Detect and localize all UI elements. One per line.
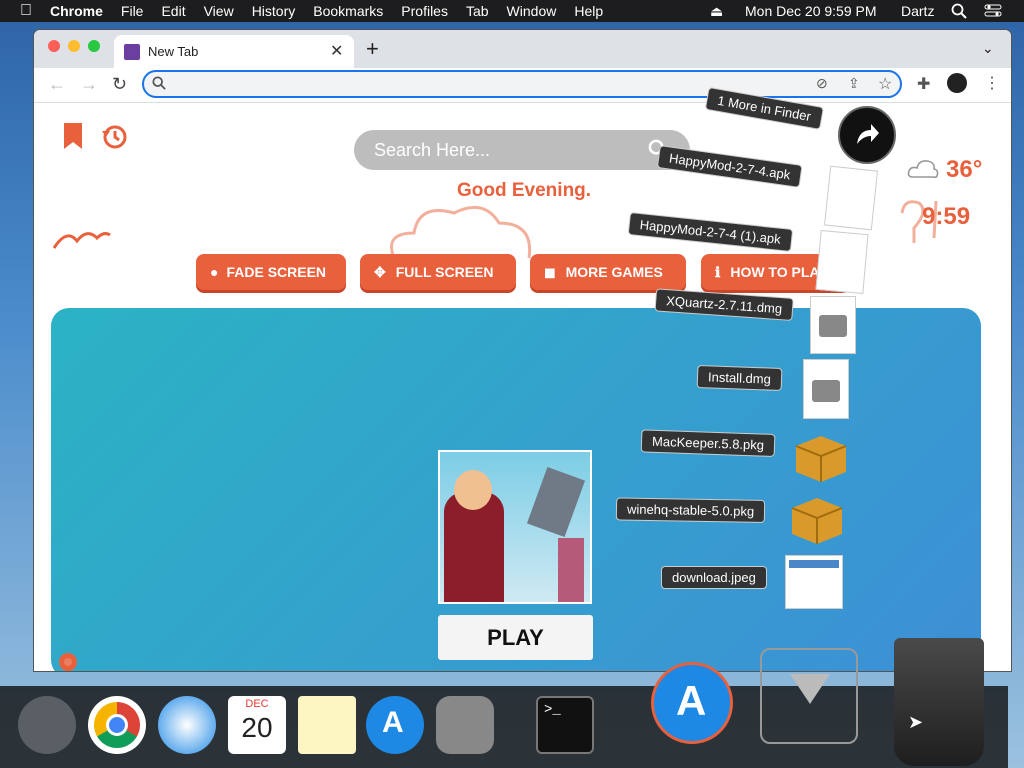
menu-bar:  Chrome File Edit View History Bookmark… <box>0 0 1024 22</box>
disk-image-icon <box>812 380 840 402</box>
tab-close-icon[interactable]: ✕ <box>330 41 343 61</box>
minimize-window-button[interactable] <box>68 40 80 52</box>
package-box-icon[interactable] <box>786 490 848 544</box>
share-icon[interactable]: ⇪ <box>848 75 860 92</box>
more-menu-icon[interactable]: ⋮ <box>984 73 1000 93</box>
menu-view[interactable]: View <box>204 3 234 19</box>
gamepad-icon: ◼ <box>544 263 556 280</box>
game-thumbnail[interactable] <box>438 450 592 604</box>
system-preferences-icon[interactable] <box>436 696 494 754</box>
more-games-button[interactable]: ◼ MORE GAMES <box>530 254 686 290</box>
back-arrow-icon[interactable]: ← <box>48 74 66 95</box>
menu-bookmarks[interactable]: Bookmarks <box>313 3 383 19</box>
new-tab-button[interactable]: + <box>366 36 379 62</box>
extensions-icon[interactable]: ✚ <box>917 74 930 94</box>
menu-clock[interactable]: Mon Dec 20 9:59 PM <box>745 0 877 22</box>
stack-file-label[interactable]: winehq-stable-5.0.pkg <box>615 497 766 523</box>
terminal-prompt: >_ <box>544 702 561 718</box>
package-box-icon[interactable] <box>790 428 852 482</box>
app-store-a-glyph: A <box>676 677 707 724</box>
menu-tab[interactable]: Tab <box>466 3 489 19</box>
app-store-a-glyph: A <box>382 706 404 739</box>
thumbnail-header <box>789 560 839 568</box>
dmg-disk-icon[interactable] <box>810 296 856 354</box>
disk-image-icon <box>819 315 847 337</box>
clock-text: 9:59 <box>922 203 971 230</box>
image-file-thumbnail[interactable] <box>785 555 843 609</box>
tab-new-tab[interactable]: New Tab ✕ <box>114 35 354 68</box>
tab-search-chevron-icon[interactable]: ⌄ <box>982 40 994 57</box>
forward-arrow-icon[interactable]: → <box>80 74 98 95</box>
stack-file-label[interactable]: Install.dmg <box>696 365 783 391</box>
zoom-window-button[interactable] <box>88 40 100 52</box>
tower <box>558 538 584 602</box>
stack-file-label[interactable]: MacKeeper.5.8.pkg <box>640 429 776 457</box>
menu-history[interactable]: History <box>252 3 296 19</box>
stack-file-label[interactable]: download.jpeg <box>661 566 767 589</box>
calendar-month: DEC <box>245 698 269 710</box>
history-icon[interactable] <box>100 123 128 151</box>
lightbulb-icon: ● <box>210 264 219 280</box>
reload-icon[interactable]: ↻ <box>112 74 127 95</box>
stack-finder-button[interactable] <box>838 106 896 164</box>
app-store-icon[interactable]: A <box>366 696 424 754</box>
fade-screen-button[interactable]: ● FADE SCREEN <box>196 254 346 290</box>
menu-edit[interactable]: Edit <box>161 3 185 19</box>
temperature-text: 36° <box>946 156 983 183</box>
menu-help[interactable]: Help <box>574 3 603 19</box>
app-store-dragging-icon[interactable]: A <box>651 662 733 744</box>
more-games-label: MORE GAMES <box>565 264 663 280</box>
calendar-icon[interactable]: DEC 20 <box>228 696 286 754</box>
chrome-center <box>106 714 128 736</box>
apk-file-icon[interactable] <box>815 230 869 294</box>
dmg-disk-icon[interactable] <box>803 359 849 419</box>
notes-icon[interactable] <box>298 696 356 754</box>
launchpad-icon[interactable] <box>18 696 76 754</box>
blocked-popup-icon[interactable]: ⊘ <box>816 75 828 92</box>
menu-app-name[interactable]: Chrome <box>50 3 103 19</box>
page-search-input[interactable]: Search Here... <box>354 130 690 170</box>
eject-icon[interactable]: ⏏ <box>710 0 723 22</box>
tab-title: New Tab <box>148 44 199 59</box>
full-screen-label: FULL SCREEN <box>395 264 494 280</box>
menu-window[interactable]: Window <box>507 3 557 19</box>
info-icon: ℹ <box>715 263 721 280</box>
downloads-stack-icon[interactable] <box>760 648 858 744</box>
menu-user[interactable]: Dartz <box>901 0 934 22</box>
chrome-icon[interactable] <box>88 696 146 754</box>
bookmark-icon[interactable] <box>62 123 84 149</box>
address-bar[interactable]: ⊘ ⇪ ☆ <box>142 70 902 98</box>
browser-toolbar: ← → ↻ ⊘ ⇪ ☆ ✚ ⋮ <box>34 68 1011 103</box>
control-center-icon[interactable] <box>984 0 1002 22</box>
close-window-button[interactable] <box>48 40 60 52</box>
download-arrow-icon <box>790 674 830 704</box>
weather-cloud-icon <box>907 160 939 179</box>
profile-avatar-icon[interactable] <box>947 73 967 93</box>
spotlight-search-icon[interactable] <box>951 0 967 22</box>
fade-screen-label: FADE SCREEN <box>226 264 327 280</box>
full-screen-button[interactable]: ✥ FULL SCREEN <box>360 254 516 290</box>
bookmark-star-icon[interactable]: ☆ <box>878 74 892 94</box>
how-to-play-label: HOW TO PLAY <box>730 264 828 280</box>
safari-icon[interactable] <box>158 696 216 754</box>
trash-icon[interactable] <box>894 638 984 766</box>
curved-arrow-icon <box>857 124 879 144</box>
calendar-day: 20 <box>241 712 273 743</box>
tab-strip: New Tab ✕ + ⌄ <box>34 30 1011 68</box>
tab-favicon <box>124 44 140 60</box>
terminal-icon[interactable]: >_ <box>536 696 594 754</box>
play-button[interactable]: PLAY <box>438 615 593 660</box>
apk-file-icon[interactable] <box>823 165 879 231</box>
menu-profiles[interactable]: Profiles <box>401 3 448 19</box>
target-figure <box>526 466 586 538</box>
mouse-pointer-icon: ➤ <box>908 712 924 732</box>
menu-file[interactable]: File <box>121 3 144 19</box>
search-icon <box>152 76 166 95</box>
dock: DEC 20 A >_ A ➤ <box>0 638 1008 768</box>
settings-gear-icon[interactable] <box>54 648 82 671</box>
agent-head <box>454 470 492 510</box>
apple-menu-icon[interactable]:  <box>20 2 32 20</box>
move-arrows-icon: ✥ <box>374 263 386 280</box>
doodle-decoration <box>52 232 111 249</box>
